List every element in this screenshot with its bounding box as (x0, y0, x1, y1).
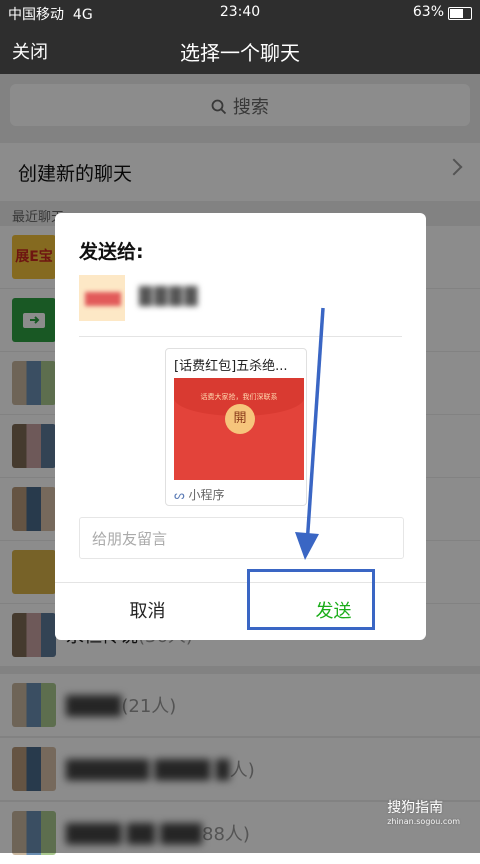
watermark: 搜狗指南 zhinan.sogou.com (387, 797, 460, 826)
pointer-arrow-icon (295, 307, 325, 560)
watermark-brand: 搜狗指南 (387, 800, 444, 816)
watermark-url: zhinan.sogou.com (387, 817, 460, 826)
